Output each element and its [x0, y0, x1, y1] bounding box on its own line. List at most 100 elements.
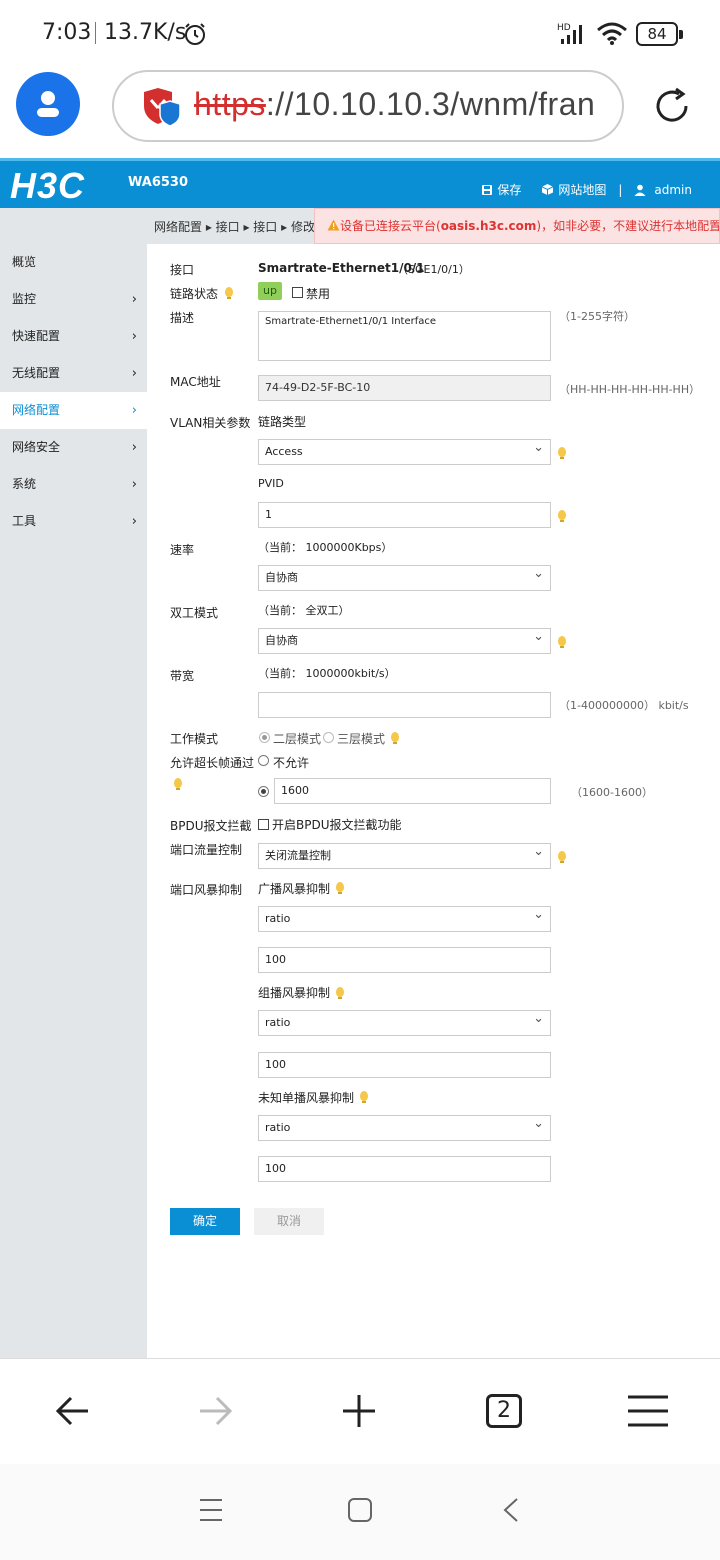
speed-label: 速率 [170, 543, 195, 557]
work-mode-l3-radio[interactable] [323, 732, 334, 743]
alert-prefix: 设备已连接云平台( [340, 219, 441, 233]
tip-bulb-icon[interactable] [558, 447, 566, 459]
status-bar: 7:03 13.7K/s HD 84 [0, 0, 720, 66]
duplex-label: 双工模式 [170, 606, 219, 620]
tip-bulb-icon[interactable] [558, 636, 566, 648]
device-model: WA6530 [128, 175, 188, 190]
flow-control-select[interactable]: 关闭流量控制 [258, 843, 551, 869]
sidebar-item-label: 网络安全 [12, 440, 61, 454]
tip-bulb-icon[interactable] [360, 1091, 368, 1103]
recent-apps-icon[interactable] [199, 1497, 223, 1523]
save-icon [482, 184, 493, 195]
breadcrumb: 网络配置 ▸ 接口 ▸ 接口 ▸ 修改接口 [154, 220, 316, 234]
cellular-signal-icon: HD [557, 23, 582, 44]
sidebar-item-label: 概览 [12, 255, 37, 269]
jumbo-deny-radio[interactable] [258, 755, 269, 766]
tip-bulb-icon[interactable] [225, 287, 233, 299]
work-mode-l2-radio[interactable] [259, 732, 270, 743]
chevron-right-icon: › [131, 477, 137, 492]
interface-edit-form: 接口 Smartrate-Ethernet1/0/1 （SGE1/0/1） 链路… [147, 244, 720, 1358]
work-mode-label: 工作模式 [170, 732, 219, 746]
unicast-value-input[interactable]: 100 [258, 1156, 551, 1182]
sidebar-item-label: 网络配置 [12, 403, 61, 417]
status-network-speed: 13.7K/s [104, 20, 187, 45]
home-icon[interactable] [347, 1497, 373, 1523]
link-type-label: 链路类型 [258, 415, 307, 429]
sidebar-item-quick-config[interactable]: 快速配置 › [0, 318, 147, 355]
chevron-right-icon: › [131, 292, 137, 307]
tip-bulb-icon[interactable] [391, 732, 399, 744]
link-type-select[interactable]: Access [258, 439, 551, 465]
tip-bulb-icon[interactable] [174, 778, 182, 790]
new-tab-icon[interactable] [340, 1392, 378, 1430]
jumbo-deny-label: 不允许 [273, 756, 310, 770]
sidebar-item-tools[interactable]: 工具 › [0, 503, 147, 540]
user-icon [634, 184, 646, 196]
jumbo-allow-radio[interactable] [258, 786, 269, 797]
sidebar-item-overview[interactable]: 概览 [0, 244, 147, 281]
description-input[interactable]: Smartrate-Ethernet1/0/1 Interface [258, 311, 551, 361]
disable-checkbox[interactable] [292, 287, 303, 298]
chevron-right-icon: › [131, 403, 137, 418]
tip-bulb-icon[interactable] [558, 851, 566, 863]
work-mode-l2-label: 二层模式 [273, 732, 322, 746]
chevron-right-icon: › [131, 440, 137, 455]
description-hint: （1-255字符） [559, 310, 635, 323]
jumbo-frame-input[interactable]: 1600 [274, 778, 551, 804]
reload-icon[interactable] [652, 86, 692, 126]
tip-bulb-icon[interactable] [336, 882, 344, 894]
unicast-mode-select[interactable]: ratio [258, 1115, 551, 1141]
back-arrow-icon[interactable] [54, 1392, 92, 1430]
sidebar-item-network-config[interactable]: 网络配置 › [0, 392, 147, 429]
browser-address-bar: https://10.10.10.3/wnm/fran [0, 66, 720, 158]
warning-icon [327, 219, 340, 231]
duplex-select[interactable]: 自协商 [258, 628, 551, 654]
interface-label: 接口 [170, 263, 195, 277]
header-actions: 保存 网站地图 | admin [481, 181, 692, 198]
menu-icon[interactable] [628, 1392, 668, 1430]
chevron-right-icon: › [131, 514, 137, 529]
profile-avatar[interactable] [16, 72, 80, 136]
bandwidth-label: 带宽 [170, 669, 195, 683]
tab-count-button[interactable]: 2 [486, 1394, 522, 1428]
broadcast-value-input[interactable]: 100 [258, 947, 551, 973]
duplex-current: （当前： 全双工） [258, 604, 350, 617]
sidebar-item-label: 工具 [12, 514, 37, 528]
speed-select[interactable]: 自协商 [258, 565, 551, 591]
mac-hint: （HH-HH-HH-HH-HH-HH） [559, 383, 701, 396]
browser-toolbar: 2 [0, 1358, 720, 1464]
alert-suffix: )，如非必要，不建议进行本地配置。 [536, 219, 720, 233]
sidebar-item-monitor[interactable]: 监控 › [0, 281, 147, 318]
cancel-button[interactable]: 取消 [254, 1208, 324, 1235]
back-icon[interactable] [502, 1497, 520, 1523]
sidebar-item-system[interactable]: 系统 › [0, 466, 147, 503]
broadcast-mode-select[interactable]: ratio [258, 906, 551, 932]
status-separator [95, 22, 96, 44]
url-field[interactable]: https://10.10.10.3/wnm/fran [112, 70, 624, 142]
work-mode-l3-label: 三层模式 [337, 732, 386, 746]
tip-bulb-icon[interactable] [336, 987, 344, 999]
sidebar-item-network-security[interactable]: 网络安全 › [0, 429, 147, 466]
system-nav-bar [0, 1464, 720, 1560]
bandwidth-input[interactable] [258, 692, 551, 718]
bpdu-label: BPDU报文拦截 [170, 819, 252, 833]
multicast-value-input[interactable]: 100 [258, 1052, 551, 1078]
sidebar-item-wireless-config[interactable]: 无线配置 › [0, 355, 147, 392]
user-menu[interactable]: admin [634, 183, 692, 197]
tip-bulb-icon[interactable] [558, 510, 566, 522]
unicast-storm-label: 未知单播风暴抑制 [258, 1091, 355, 1105]
speed-current: （当前： 1000000Kbps） [258, 541, 393, 554]
ok-button[interactable]: 确定 [170, 1208, 240, 1235]
multicast-mode-select[interactable]: ratio [258, 1010, 551, 1036]
save-button[interactable]: 保存 [481, 181, 521, 198]
sitemap-button[interactable]: 网站地图 [541, 181, 606, 198]
bpdu-checkbox[interactable] [258, 819, 269, 830]
bandwidth-current: （当前： 1000000kbit/s） [258, 667, 396, 680]
save-label: 保存 [497, 183, 522, 197]
alert-domain: oasis.h3c.com [440, 219, 537, 233]
pvid-input[interactable]: 1 [258, 502, 551, 528]
h3c-header: H3C WA6530 保存 网站地图 | admin [0, 158, 720, 208]
sidebar-item-label: 监控 [12, 292, 37, 306]
forward-arrow-icon[interactable] [196, 1392, 234, 1430]
url-scheme: https [194, 86, 266, 122]
